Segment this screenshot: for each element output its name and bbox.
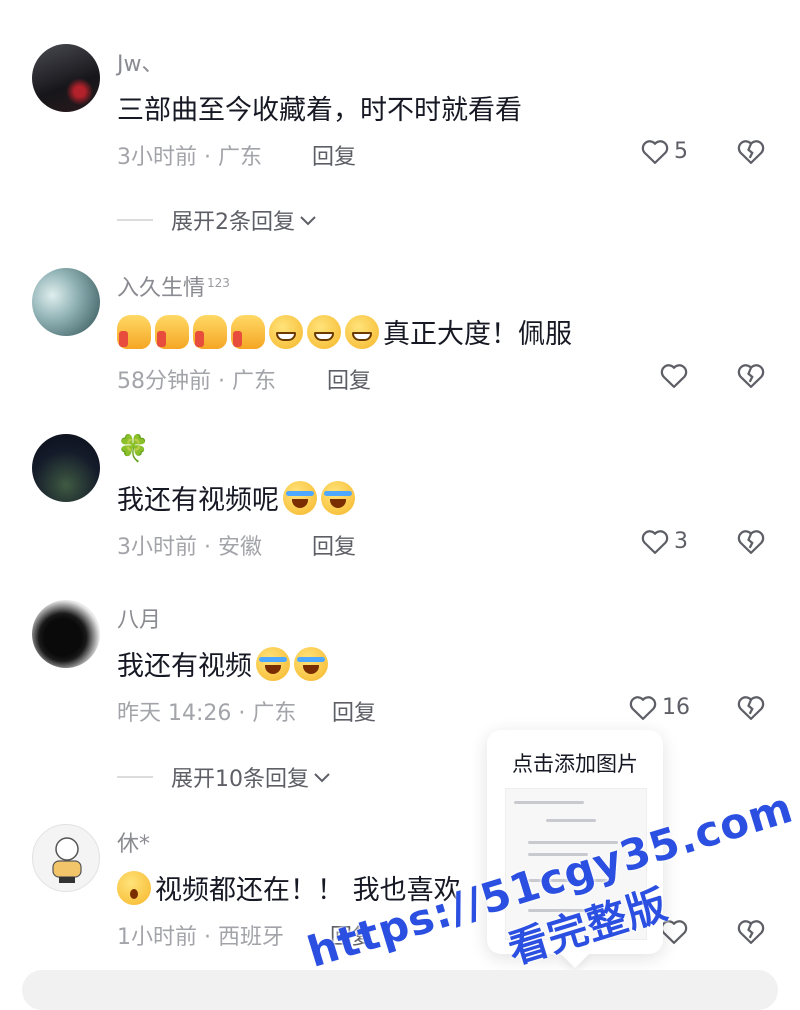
username-suffix: 123: [207, 275, 230, 290]
broken-heart-icon: [737, 530, 765, 554]
dislike-button[interactable]: [736, 361, 766, 389]
like-button[interactable]: 16: [628, 693, 690, 721]
broken-heart-icon: [737, 140, 765, 164]
comment-text: 真正大度！佩服: [117, 312, 572, 351]
comment-text-body: 我还有视频: [117, 651, 252, 682]
comment-text: 三部曲至今收藏着，时不时就看看: [117, 95, 522, 126]
username[interactable]: 🍀: [117, 434, 149, 464]
expand-replies-button[interactable]: 展开10条回复: [117, 761, 331, 793]
cartoon-avatar-icon: [52, 837, 82, 883]
expand-replies-label: 展开2条回复: [171, 210, 295, 235]
avatar[interactable]: [32, 44, 100, 112]
username[interactable]: 八月: [117, 602, 161, 634]
reply-button[interactable]: 回复: [327, 363, 371, 395]
comment-meta: 昨天 14:26 · 广东: [117, 701, 297, 726]
avatar[interactable]: [32, 434, 100, 502]
avatar[interactable]: [32, 600, 100, 668]
comment-meta: 3小时前 · 安徽: [117, 535, 262, 560]
comment-text: 我还有视频呢: [117, 478, 359, 517]
popup-title: 点击添加图片: [512, 752, 638, 776]
comment-meta: 3小时前 · 广东: [117, 145, 262, 170]
reply-button[interactable]: 回复: [312, 139, 356, 171]
dislike-button[interactable]: [736, 137, 766, 165]
dislike-button[interactable]: [736, 693, 766, 721]
heart-outline-icon: [629, 696, 657, 720]
reply-button[interactable]: 回复: [332, 695, 376, 727]
avatar[interactable]: [32, 824, 100, 892]
comment-input-bar[interactable]: [22, 970, 778, 1010]
dislike-button[interactable]: [736, 917, 766, 945]
thumbs-up-emoji-icon: [193, 314, 227, 349]
thumbnail-line: [514, 801, 584, 804]
username[interactable]: Jw、: [117, 46, 163, 78]
chevron-down-icon: [314, 773, 330, 783]
broken-heart-icon: [737, 696, 765, 720]
laughing-crying-emoji-icon: [256, 646, 290, 681]
comment-meta: 1小时前 · 西班牙: [117, 925, 284, 950]
username[interactable]: 入久生情 123: [117, 270, 230, 302]
crying-emoji-icon: [321, 480, 355, 515]
expand-replies-button[interactable]: 展开2条回复: [117, 204, 317, 236]
like-button[interactable]: 5: [640, 137, 688, 165]
comment-text: 我还有视频: [117, 644, 332, 683]
broken-heart-icon: [737, 920, 765, 944]
divider-line: [117, 219, 153, 221]
comment-meta: 58分钟前 · 广东: [117, 369, 276, 394]
like-count: 16: [662, 694, 690, 720]
expand-replies-label: 展开10条回复: [171, 767, 309, 792]
thumbs-up-emoji-icon: [231, 314, 265, 349]
crying-emoji-icon: [283, 480, 317, 515]
chevron-down-icon: [300, 216, 316, 226]
heart-outline-icon: [641, 530, 669, 554]
like-button[interactable]: [659, 361, 689, 389]
like-count: 3: [674, 528, 688, 554]
grin-emoji-icon: [269, 314, 303, 349]
username[interactable]: 休*: [117, 826, 150, 858]
like-button[interactable]: 3: [640, 527, 688, 555]
divider-line: [117, 776, 153, 778]
laughing-crying-emoji-icon: [294, 646, 328, 681]
comment-text-body: 我还有视频呢: [117, 485, 279, 516]
avatar[interactable]: [32, 268, 100, 336]
reply-button[interactable]: 回复: [312, 529, 356, 561]
username-text: 入久生情: [117, 276, 206, 301]
heart-outline-icon: [641, 140, 669, 164]
thumbnail-line: [546, 819, 596, 822]
dislike-button[interactable]: [736, 527, 766, 555]
grin-emoji-icon: [307, 314, 341, 349]
comment-text-body: 真正大度！佩服: [383, 319, 572, 350]
heart-outline-icon: [660, 364, 688, 388]
broken-heart-icon: [737, 364, 765, 388]
thumbs-up-emoji-icon: [117, 314, 151, 349]
surprised-emoji-icon: [117, 870, 151, 905]
thumbs-up-emoji-icon: [155, 314, 189, 349]
grin-emoji-icon: [345, 314, 379, 349]
like-count: 5: [674, 138, 688, 164]
